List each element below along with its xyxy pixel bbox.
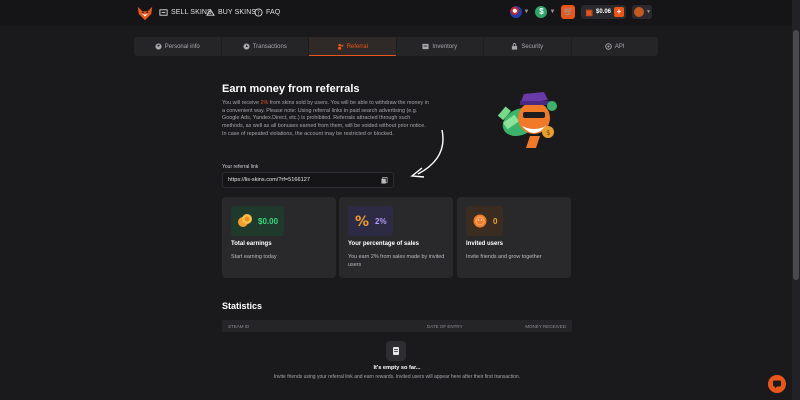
empty-box-icon [386, 341, 406, 361]
tab-security[interactable]: Security [484, 37, 572, 56]
wallet-icon: ▣ [585, 7, 593, 17]
fox-logo-icon[interactable] [136, 4, 154, 22]
referral-description: You will receive 2% from skins sold by u… [222, 100, 430, 139]
dollar-icon: $ [535, 6, 548, 18]
cart-button[interactable]: 🛒 [561, 5, 576, 19]
earnings-value: $0.00 [258, 216, 279, 226]
invited-users-card: 0 Invited users Invite friends and grow … [457, 197, 571, 278]
scrollbar[interactable] [792, 0, 800, 400]
statistics-title: Statistics [222, 301, 263, 311]
smile-icon [473, 214, 487, 228]
api-icon [605, 43, 612, 50]
tab-label: API [614, 43, 625, 50]
column-money-received: MONEY RECEIVED [525, 324, 566, 329]
statistics-table-header: STEAM ID DATE OF ENTRY MONEY RECEIVED [222, 320, 572, 332]
profile-tabs: Personal info Transactions Referral Inve… [134, 37, 658, 56]
svg-text:%: % [355, 214, 369, 229]
desc-text-before: You will receive [222, 100, 261, 106]
card-title: Invited users [466, 241, 504, 247]
user-menu[interactable]: ▼ [632, 5, 652, 19]
help-icon: ? [254, 8, 263, 17]
users-icon [337, 43, 343, 50]
total-earnings-card: $0.00 Total earnings Start earning today [222, 197, 336, 278]
svg-text:?: ? [257, 11, 260, 17]
referral-link-field[interactable]: https://lis-skins.com/?rf=5166127 [222, 172, 394, 188]
percentage-badge: % 2% [348, 206, 393, 236]
tab-label: Inventory [432, 43, 458, 50]
tab-label: Referral [346, 43, 368, 50]
empty-state-subtitle: Invite friends using your referral link … [273, 374, 521, 380]
tab-referral[interactable]: Referral [309, 37, 397, 56]
invited-value: 0 [493, 216, 498, 226]
faq-link[interactable]: ? FAQ [254, 8, 280, 17]
tab-api[interactable]: API [572, 37, 659, 56]
sell-skins-link[interactable]: SELL SKINS [159, 8, 212, 17]
card-subtitle: Invite friends and grow together [466, 254, 542, 260]
header-actions: ▼ $ ▼ 🛒 ▣ $0.06 + ▼ [509, 5, 652, 19]
top-header: SELL SKINS BUY SKINS ? FAQ ▼ $ ▼ 🛒 ▣ $0.… [0, 0, 792, 26]
referral-link-label: Your referral link [222, 164, 259, 170]
faq-label: FAQ [266, 9, 281, 16]
add-funds-button[interactable]: + [614, 7, 624, 17]
buy-skins-link[interactable]: BUY SKINS [206, 8, 256, 17]
history-icon [243, 43, 250, 50]
scrollbar-thumb[interactable] [793, 30, 799, 280]
card-title: Total earnings [231, 241, 272, 247]
buy-skins-icon [206, 8, 215, 16]
percentage-card: % 2% Your percentage of sales You earn 2… [339, 197, 453, 278]
empty-state-title: It's empty so far... [373, 365, 421, 371]
sell-skins-icon [159, 9, 168, 16]
language-selector[interactable]: ▼ [509, 6, 530, 18]
column-steam-id: STEAM ID [228, 324, 250, 329]
card-subtitle: Start earning today [231, 254, 277, 260]
inventory-icon [422, 43, 429, 50]
column-date-of-entry: DATE OF ENTRY [427, 324, 463, 329]
user-icon [155, 43, 162, 50]
tab-inventory[interactable]: Inventory [397, 37, 484, 56]
fox-mascot-illustration: $ [497, 92, 557, 148]
invited-badge: 0 [466, 206, 504, 236]
chat-icon [773, 380, 781, 389]
buy-skins-label: BUY SKINS [218, 9, 257, 16]
tab-personal-info[interactable]: Personal info [134, 37, 222, 56]
percent-icon: % [355, 214, 369, 229]
card-subtitle: You earn 2% from sales made by invited u… [348, 254, 445, 268]
tab-label: Personal info [164, 43, 200, 50]
balance-value: $0.06 [595, 9, 611, 15]
currency-selector[interactable]: $ ▼ [535, 6, 555, 18]
page-title: Earn money from referrals [222, 83, 360, 95]
coins-icon [238, 214, 252, 227]
svg-text:$: $ [546, 129, 550, 137]
us-flag-icon [509, 6, 522, 18]
tab-label: Security [521, 43, 544, 50]
referral-link-value[interactable]: https://lis-skins.com/?rf=5166127 [228, 177, 310, 183]
copy-icon[interactable] [381, 176, 388, 184]
tab-label: Transactions [252, 43, 287, 50]
chevron-down-icon: ▼ [549, 9, 556, 15]
percentage-value: 2% [375, 216, 387, 226]
arrow-decoration [410, 129, 444, 178]
avatar [634, 7, 644, 17]
card-title: Your percentage of sales [348, 241, 419, 247]
earnings-badge: $0.00 [231, 206, 285, 236]
support-chat-button[interactable] [768, 375, 786, 393]
lock-icon [512, 43, 518, 50]
chevron-down-icon: ▼ [646, 9, 651, 15]
balance-widget[interactable]: ▣ $0.06 + [581, 5, 626, 19]
chevron-down-icon: ▼ [523, 9, 530, 15]
tab-transactions[interactable]: Transactions [222, 37, 309, 56]
